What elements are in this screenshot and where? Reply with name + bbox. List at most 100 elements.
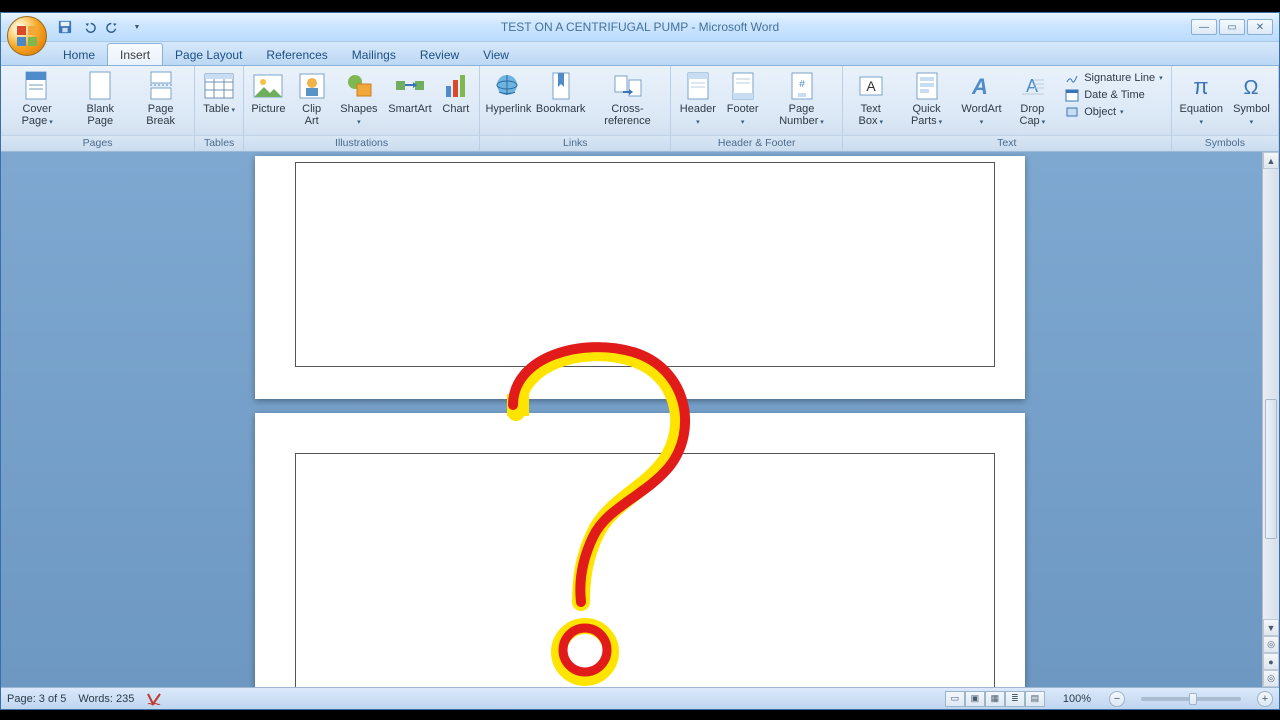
cover-page-label: Cover Page ▾ — [9, 104, 65, 127]
tab-insert[interactable]: Insert — [107, 43, 163, 65]
document-area[interactable]: ▲ ▼ ◎ ● ◎ — [1, 152, 1279, 687]
undo-button[interactable] — [79, 17, 99, 37]
footer-label: Footer ▾ — [726, 104, 759, 127]
chart-button[interactable]: Chart — [437, 68, 475, 118]
header-icon — [685, 71, 711, 101]
save-icon — [58, 20, 72, 34]
zoom-slider[interactable] — [1141, 697, 1241, 701]
ribbon-tabs: Home Insert Page Layout References Maili… — [1, 42, 1279, 66]
proofing-icon[interactable] — [146, 692, 162, 706]
wordart-icon: A — [966, 72, 996, 100]
table-icon — [204, 71, 234, 101]
blank-page-icon — [87, 71, 113, 101]
office-button[interactable] — [7, 16, 47, 56]
scroll-track[interactable] — [1263, 169, 1279, 619]
equation-button[interactable]: π Equation ▾ — [1176, 68, 1227, 129]
document-page — [255, 156, 1025, 399]
view-web-layout[interactable]: ▦ — [985, 691, 1005, 707]
tab-references[interactable]: References — [254, 44, 339, 65]
svg-text:π: π — [1194, 74, 1209, 99]
scroll-down-button[interactable]: ▼ — [1263, 619, 1279, 636]
smartart-button[interactable]: SmartArt — [385, 68, 434, 118]
page-break-label: Page Break — [135, 104, 186, 127]
save-button[interactable] — [55, 17, 75, 37]
document-page — [255, 413, 1025, 687]
redo-button[interactable] — [103, 17, 123, 37]
wordart-button[interactable]: A WordArt ▾ — [958, 68, 1004, 129]
page-break-button[interactable]: Page Break — [131, 68, 190, 129]
shapes-label: Shapes ▾ — [339, 104, 380, 127]
zoom-out-button[interactable]: − — [1109, 691, 1125, 707]
table-label: Table ▾ — [203, 104, 235, 116]
status-words[interactable]: Words: 235 — [78, 693, 134, 705]
qat-customize[interactable]: ▼ — [127, 17, 147, 37]
blank-page-button[interactable]: Blank Page — [71, 68, 129, 129]
status-bar: Page: 3 of 5 Words: 235 ▭ ▣ ▦ ≣ ▤ 100% −… — [1, 687, 1279, 709]
scroll-up-button[interactable]: ▲ — [1263, 152, 1279, 169]
view-full-screen[interactable]: ▣ — [965, 691, 985, 707]
zoom-value[interactable]: 100% — [1063, 693, 1091, 705]
quick-parts-button[interactable]: Quick Parts ▾ — [897, 68, 957, 129]
letterbox-bottom — [0, 710, 1280, 720]
previous-page-button[interactable]: ◎ — [1263, 636, 1279, 653]
page-content-frame — [295, 162, 995, 367]
page-number-button[interactable]: # Page Number ▾ — [765, 68, 838, 129]
equation-icon: π — [1186, 72, 1216, 100]
tab-mailings[interactable]: Mailings — [340, 44, 408, 65]
hyperlink-label: Hyperlink — [485, 104, 531, 116]
drop-cap-button[interactable]: A Drop Cap ▾ — [1006, 68, 1058, 129]
group-label-header-footer: Header & Footer — [671, 135, 841, 151]
footer-icon — [730, 71, 756, 101]
tab-home[interactable]: Home — [51, 44, 107, 65]
signature-line-button[interactable]: Signature Line▾ — [1064, 70, 1162, 86]
hyperlink-icon — [493, 72, 523, 100]
status-page[interactable]: Page: 3 of 5 — [7, 693, 66, 705]
symbol-button[interactable]: Ω Symbol ▾ — [1229, 68, 1274, 129]
shapes-button[interactable]: Shapes ▾ — [335, 68, 384, 129]
next-page-button[interactable]: ◎ — [1263, 670, 1279, 687]
app-root: ▼ TEST ON A CENTRIFUGAL PUMP - Microsoft… — [0, 0, 1280, 720]
cross-reference-button[interactable]: Cross-reference — [589, 68, 667, 129]
header-label: Header ▾ — [679, 104, 716, 127]
hyperlink-button[interactable]: Hyperlink — [484, 68, 533, 118]
text-box-button[interactable]: A Text Box ▾ — [847, 68, 895, 129]
titlebar: ▼ TEST ON A CENTRIFUGAL PUMP - Microsoft… — [1, 13, 1279, 42]
footer-button[interactable]: Footer ▾ — [722, 68, 763, 129]
group-label-illustrations: Illustrations — [244, 135, 479, 151]
header-button[interactable]: Header ▾ — [675, 68, 720, 129]
zoom-slider-thumb[interactable] — [1189, 693, 1197, 705]
tab-review[interactable]: Review — [408, 44, 471, 65]
quick-parts-icon — [914, 71, 940, 101]
minimize-button[interactable]: — — [1191, 19, 1217, 35]
drop-cap-label: Drop Cap ▾ — [1010, 104, 1054, 127]
svg-text:A: A — [1026, 76, 1038, 96]
clip-art-label: Clip Art — [295, 104, 329, 127]
group-tables: Table ▾ Tables — [195, 66, 244, 151]
vertical-scrollbar[interactable]: ▲ ▼ ◎ ● ◎ — [1262, 152, 1279, 687]
tab-view[interactable]: View — [471, 44, 521, 65]
symbol-icon: Ω — [1236, 72, 1266, 100]
object-button[interactable]: Object▾ — [1064, 104, 1162, 120]
clip-art-button[interactable]: Clip Art — [291, 68, 333, 129]
tab-page-layout[interactable]: Page Layout — [163, 44, 254, 65]
group-pages: Cover Page ▾ Blank Page Page Break Pages — [1, 66, 195, 151]
view-draft[interactable]: ▤ — [1025, 691, 1045, 707]
scroll-thumb[interactable] — [1265, 399, 1277, 539]
undo-icon — [82, 20, 96, 34]
date-time-button[interactable]: Date & Time — [1064, 87, 1162, 103]
picture-button[interactable]: Picture — [248, 68, 289, 118]
maximize-button[interactable]: ▭ — [1219, 19, 1245, 35]
text-box-label: Text Box ▾ — [851, 104, 891, 127]
zoom-in-button[interactable]: + — [1257, 691, 1273, 707]
view-print-layout[interactable]: ▭ — [945, 691, 965, 707]
table-button[interactable]: Table ▾ — [199, 68, 239, 118]
chart-icon — [442, 72, 470, 100]
bookmark-button[interactable]: Bookmark — [535, 68, 587, 118]
signature-line-label: Signature Line — [1084, 72, 1155, 84]
close-button[interactable]: ✕ — [1247, 19, 1273, 35]
cover-page-button[interactable]: Cover Page ▾ — [5, 68, 69, 129]
browse-object-button[interactable]: ● — [1263, 653, 1279, 670]
page-number-label: Page Number ▾ — [769, 104, 834, 127]
object-label: Object — [1084, 106, 1116, 118]
view-outline[interactable]: ≣ — [1005, 691, 1025, 707]
